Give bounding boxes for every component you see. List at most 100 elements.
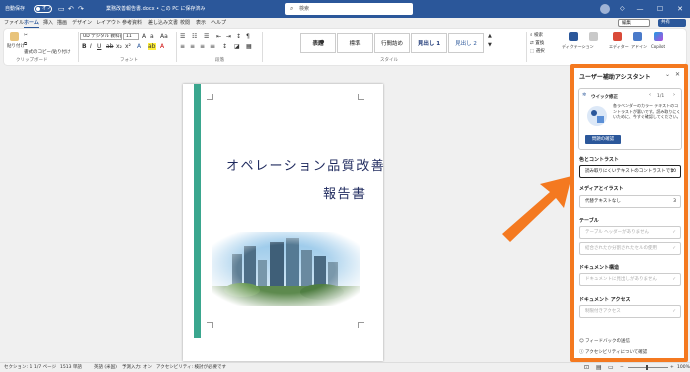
align-center-icon[interactable]: ≡ [190,43,195,50]
alt-text-issue-row[interactable]: 代替テキストなし 3 [579,195,681,208]
justify-icon[interactable]: ≡ [210,43,215,50]
close-icon[interactable]: ✕ [675,71,680,78]
font-color-icon[interactable]: A [160,43,164,50]
copilot-label[interactable]: Copilot [651,44,665,49]
highlight-icon[interactable]: ab [148,43,156,50]
numbering-icon[interactable]: ☷ [192,33,197,40]
paste-label[interactable]: 貼り付け [7,43,25,49]
styles-scroll-down-icon[interactable]: ▼ [488,42,492,49]
editor-icon[interactable] [613,32,622,41]
restricted-access-text: 制限付きアクセス [585,309,621,314]
zoom-slider[interactable] [628,367,668,368]
edit-mode-button[interactable]: 編集 [618,19,650,27]
avatar[interactable] [600,4,610,14]
shading-icon[interactable]: ◪ [234,43,240,50]
addin-label[interactable]: アドイン [631,44,647,50]
align-left-icon[interactable]: ≡ [180,43,185,50]
italic-icon[interactable]: I [90,43,92,50]
section-media[interactable]: メディアとイラスト [579,185,623,192]
review-issue-button[interactable]: 問題の確認 [585,135,621,144]
style-normal[interactable]: 標準 [337,33,373,53]
line-spacing-icon[interactable]: ↕ [222,43,227,50]
feedback-link[interactable]: ☺ フィードバックの送信 [579,338,630,344]
format-painter-button[interactable]: 書式のコピー/貼り付け [24,49,71,55]
tab-design[interactable]: デザイン [72,18,92,28]
underline-icon[interactable]: U [97,43,101,50]
city-skyline-image[interactable] [212,232,360,306]
align-right-icon[interactable]: ≡ [200,43,205,50]
section-tables[interactable]: テーブル [579,217,599,224]
copilot-icon[interactable] [654,32,663,41]
change-case-icon[interactable]: Aa [160,33,168,40]
chevron-right-icon[interactable]: › [673,92,675,98]
document-page[interactable] [183,84,383,361]
tab-layout[interactable]: レイアウト [96,18,121,28]
strikethrough-icon[interactable]: ab [106,43,114,50]
tab-view[interactable]: 表示 [196,18,206,28]
chevron-left-icon[interactable]: ‹ [649,92,651,98]
decrease-indent-icon[interactable]: ⇤ [216,33,221,40]
bold-icon[interactable]: B [82,43,87,50]
maximize-button[interactable]: ☐ [650,0,670,18]
save-icon[interactable]: ▭ [58,0,65,18]
learn-more-link[interactable]: ⓘ アクセシビリティについて確認 [579,349,647,355]
select-button[interactable]: ⬚ 選択 [530,48,545,54]
tab-references[interactable]: 参考資料 [122,18,142,28]
tab-insert[interactable]: 挿入 [43,18,53,28]
shrink-font-icon[interactable]: a [150,33,154,40]
copy-icon[interactable]: ⧉ [24,41,27,47]
dictate-label[interactable]: ディクテーション [562,44,594,50]
increase-indent-icon[interactable]: ⇥ [226,33,231,40]
diamond-icon[interactable]: ◇ [620,0,625,18]
style-heading-2[interactable]: 見出し 2 [448,33,484,53]
select-label: 選択 [535,49,545,54]
style-no-spacing[interactable]: 行間詰め [374,33,410,53]
contrast-issue-count: 10 [670,169,676,174]
contrast-issue-row[interactable]: 読み取りにくいテキストのコントラストです 10 [579,165,681,178]
tab-help[interactable]: ヘルプ [211,18,226,28]
minimize-button[interactable]: — [630,0,650,18]
tab-file[interactable]: ファイル [4,18,24,28]
bullets-icon[interactable]: ☰ [180,33,185,40]
autosave-toggle[interactable]: オフ [34,5,52,13]
section-document-access[interactable]: ドキュメント アクセス [579,296,631,303]
close-button[interactable]: ✕ [670,0,690,18]
replace-button[interactable]: ⇄ 置換 [530,40,544,46]
section-color-contrast[interactable]: 色とコントラスト [579,156,619,163]
grow-font-icon[interactable]: A [142,33,146,40]
font-name-select[interactable]: UD デジタル 教科書体 N-R [80,33,122,40]
style-title[interactable]: 表題 [300,33,336,53]
zoom-slider-handle[interactable] [646,365,648,370]
chevron-down-icon[interactable]: ⌄ [665,71,670,78]
paste-icon[interactable] [10,32,19,41]
find-button[interactable]: ⌕ 検索 [530,32,543,38]
tab-mailings[interactable]: 差し込み文書 [148,18,178,28]
editor-label[interactable]: エディター [609,44,629,50]
text-effects-icon[interactable]: A [137,43,141,50]
share-button[interactable]: 共有 [658,19,686,27]
search-box[interactable]: ⌕ 検索 [285,3,413,15]
subscript-icon[interactable]: x₂ [116,43,122,50]
show-marks-icon[interactable]: ¶ [246,33,250,40]
cut-icon[interactable]: ✂ [24,33,28,38]
superscript-icon[interactable]: x² [125,43,131,50]
document-title[interactable]: 業務改善報告書.docx • この PC に保存済み [106,0,205,18]
style-heading-1[interactable]: 見出し 1 [411,33,447,53]
tab-review[interactable]: 校閲 [180,18,190,28]
font-size-select[interactable]: 11 [123,33,139,40]
redo-icon[interactable]: ↷ [78,0,84,18]
sensitivity-icon[interactable] [589,32,598,41]
section-structure[interactable]: ドキュメント構造 [579,264,619,271]
undo-icon[interactable]: ↶ [68,0,74,18]
sort-icon[interactable]: ↕ [236,33,241,40]
document-title-line-1[interactable]: オペレーション品質改善 [226,155,385,174]
tab-home[interactable]: ホーム [24,18,39,28]
microphone-icon[interactable] [569,32,578,41]
multilevel-icon[interactable]: ☰ [204,33,209,40]
clipboard-group-label: クリップボード [16,58,48,63]
document-title-line-2[interactable]: 報告書 [323,183,367,202]
tab-draw[interactable]: 描画 [57,18,67,28]
borders-icon[interactable]: ▦ [246,43,252,50]
styles-scroll-up-icon[interactable]: ▲ [488,33,492,40]
addin-icon[interactable] [633,32,642,41]
